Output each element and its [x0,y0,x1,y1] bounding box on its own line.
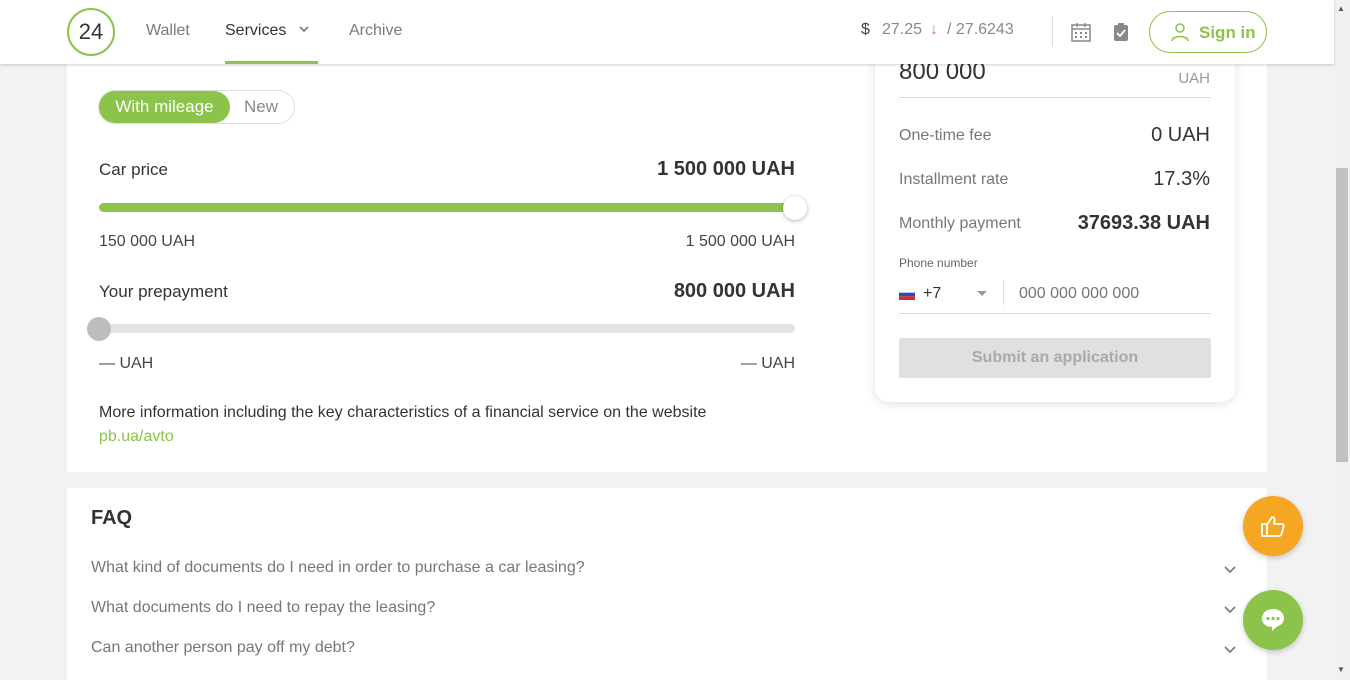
prepayment-max: — UAH [740,355,795,372]
installment-rate-value: 17.3% [1153,168,1210,190]
phone-underline [899,313,1211,314]
car-price-max: 1 500 000 UAH [685,233,795,250]
thumbs-up-icon [1261,516,1285,537]
car-type-toggle[interactable]: With mileage New [98,90,295,124]
nav-wallet[interactable]: Wallet [146,0,190,64]
divider [899,97,1211,98]
info-text-body: More information including the key chara… [99,404,707,421]
phone-number-label: Phone number [899,256,978,270]
one-time-fee-value: 0 UAH [1151,124,1210,146]
scroll-up-icon[interactable]: ▲ [1337,4,1345,13]
scroll-down-icon[interactable]: ▼ [1337,665,1345,674]
logo[interactable]: 24 [67,8,115,56]
toggle-with-mileage[interactable]: With mileage [99,91,230,123]
chevron-down-icon [1224,566,1236,574]
financing-currency: UAH [1178,70,1210,87]
faq-question[interactable]: Can another person pay off my debt? [91,639,1241,657]
chevron-down-icon [1224,646,1236,654]
phone-field-divider [1003,281,1004,305]
one-time-fee-label: One-time fee [899,127,992,144]
prepayment-slider[interactable] [87,317,795,341]
toggle-new[interactable]: New [244,91,278,123]
faq-question[interactable]: What kind of documents do I need in orde… [91,559,1241,577]
car-price-slider-fill [99,203,795,212]
clipboard-check-icon[interactable] [1110,21,1132,43]
prepayment-min: — UAH [99,355,154,372]
car-price-slider[interactable] [99,196,807,220]
monthly-payment-label: Monthly payment [899,215,1021,232]
flag-ru-icon [899,289,915,300]
chat-button[interactable] [1243,590,1303,650]
feedback-like-button[interactable] [1243,496,1303,556]
nav-archive[interactable]: Archive [349,0,402,64]
logo-text: 24 [78,19,104,44]
rate-sell: / 27.6243 [947,21,1014,38]
user-icon [1171,23,1189,42]
rate-buy: 27.25 [882,21,923,38]
faq-question-text: What kind of documents do I need in orde… [91,559,585,576]
scrollbar-thumb[interactable] [1336,168,1348,462]
monthly-payment-value: 37693.38 UAH [1077,212,1210,234]
nav-services-label: Services [225,22,287,39]
country-dropdown-caret-icon[interactable] [976,290,988,298]
sign-in-button[interactable]: Sign in [1149,11,1267,53]
info-link[interactable]: pb.ua/avto [99,428,174,445]
nav-services[interactable]: Services [225,0,318,64]
faq-question[interactable]: What documents do I need to repay the le… [91,599,1241,617]
chevron-down-icon [1224,606,1236,614]
arrow-down-icon: ↓ [930,21,938,38]
car-price-label: Car price [99,160,168,179]
prepayment-label: Your prepayment [99,282,228,301]
chevron-down-icon [299,26,309,33]
prepayment-value: 800 000 UAH [673,280,795,302]
sign-in-label: Sign in [1199,23,1256,42]
chat-icon [1262,609,1284,631]
car-price-value: 1 500 000 UAH [657,158,795,180]
faq-question-text: Can another person pay off my debt? [91,639,355,656]
car-price-min: 150 000 UAH [99,233,196,250]
calendar-icon[interactable] [1070,21,1092,43]
phone-number-input[interactable] [1019,283,1209,305]
prepayment-slider-handle[interactable] [87,317,111,341]
header-divider [1052,16,1053,46]
installment-rate-label: Installment rate [899,171,1009,188]
submit-application-button[interactable]: Submit an application [899,338,1211,378]
car-price-slider-handle[interactable] [783,196,807,220]
phone-country-code[interactable]: +7 [923,285,941,303]
top-header: 24 Wallet Services Archive $ 27.25 ↓ / 2… [0,0,1334,64]
currency-symbol: $ [861,21,870,38]
info-text: More information including the key chara… [99,401,709,449]
faq-question-text: What documents do I need to repay the le… [91,599,436,616]
faq-title: FAQ [91,507,133,529]
